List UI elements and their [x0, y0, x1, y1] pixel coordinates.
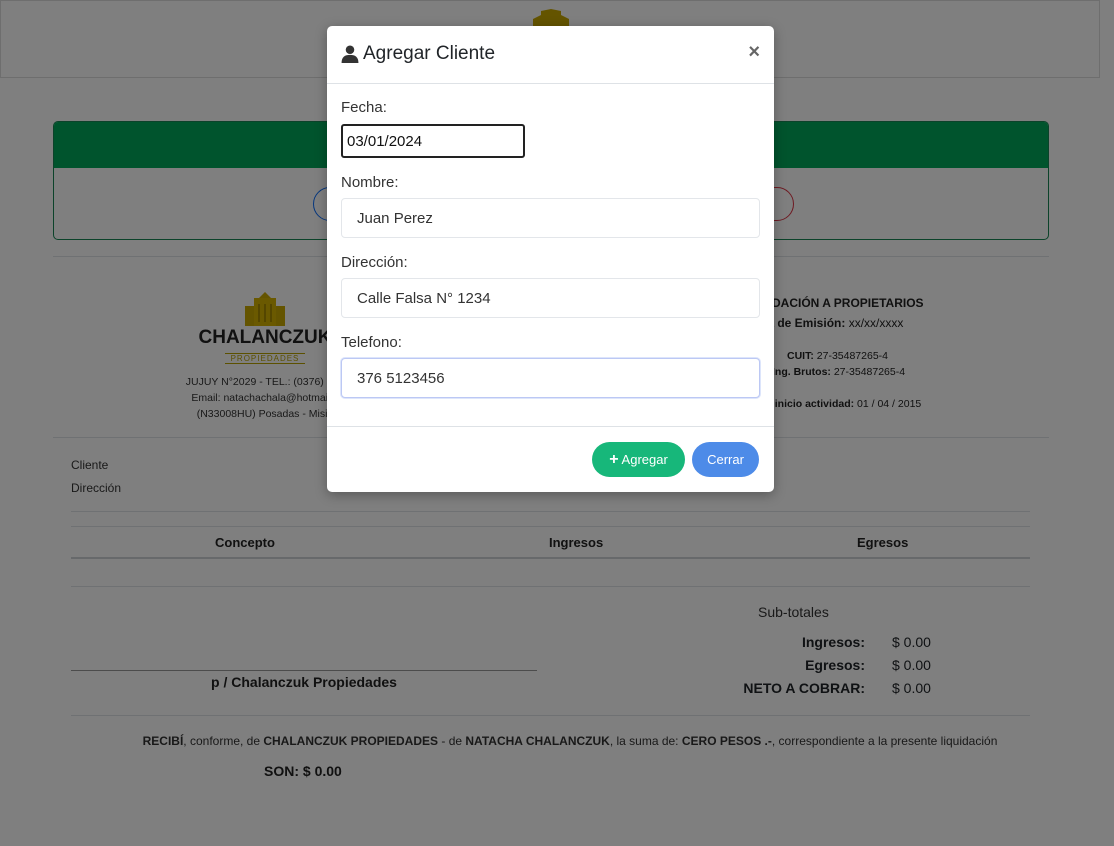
add-client-modal: Agregar Cliente × Fecha: Nombre: Direcci… [327, 26, 774, 492]
add-client-button[interactable]: + Agregar [592, 442, 685, 477]
nombre-input[interactable] [341, 198, 760, 238]
fecha-label: Fecha: [341, 99, 387, 116]
direccion-label: Dirección: [341, 254, 408, 271]
telefono-label: Telefono: [341, 334, 402, 351]
user-icon [341, 45, 359, 63]
telefono-input[interactable] [341, 358, 760, 398]
modal-body: Fecha: Nombre: Dirección: Telefono: [327, 84, 774, 427]
modal-header: Agregar Cliente × [327, 26, 774, 84]
fecha-input[interactable] [341, 124, 525, 158]
close-icon[interactable]: × [748, 42, 760, 62]
direccion-input[interactable] [341, 278, 760, 318]
modal-title-text: Agregar Cliente [363, 43, 496, 64]
close-modal-button[interactable]: Cerrar [692, 442, 759, 477]
modal-title: Agregar Cliente [341, 43, 495, 65]
plus-icon: + [609, 450, 619, 468]
nombre-label: Nombre: [341, 174, 399, 191]
add-client-button-label: Agregar [621, 452, 668, 467]
